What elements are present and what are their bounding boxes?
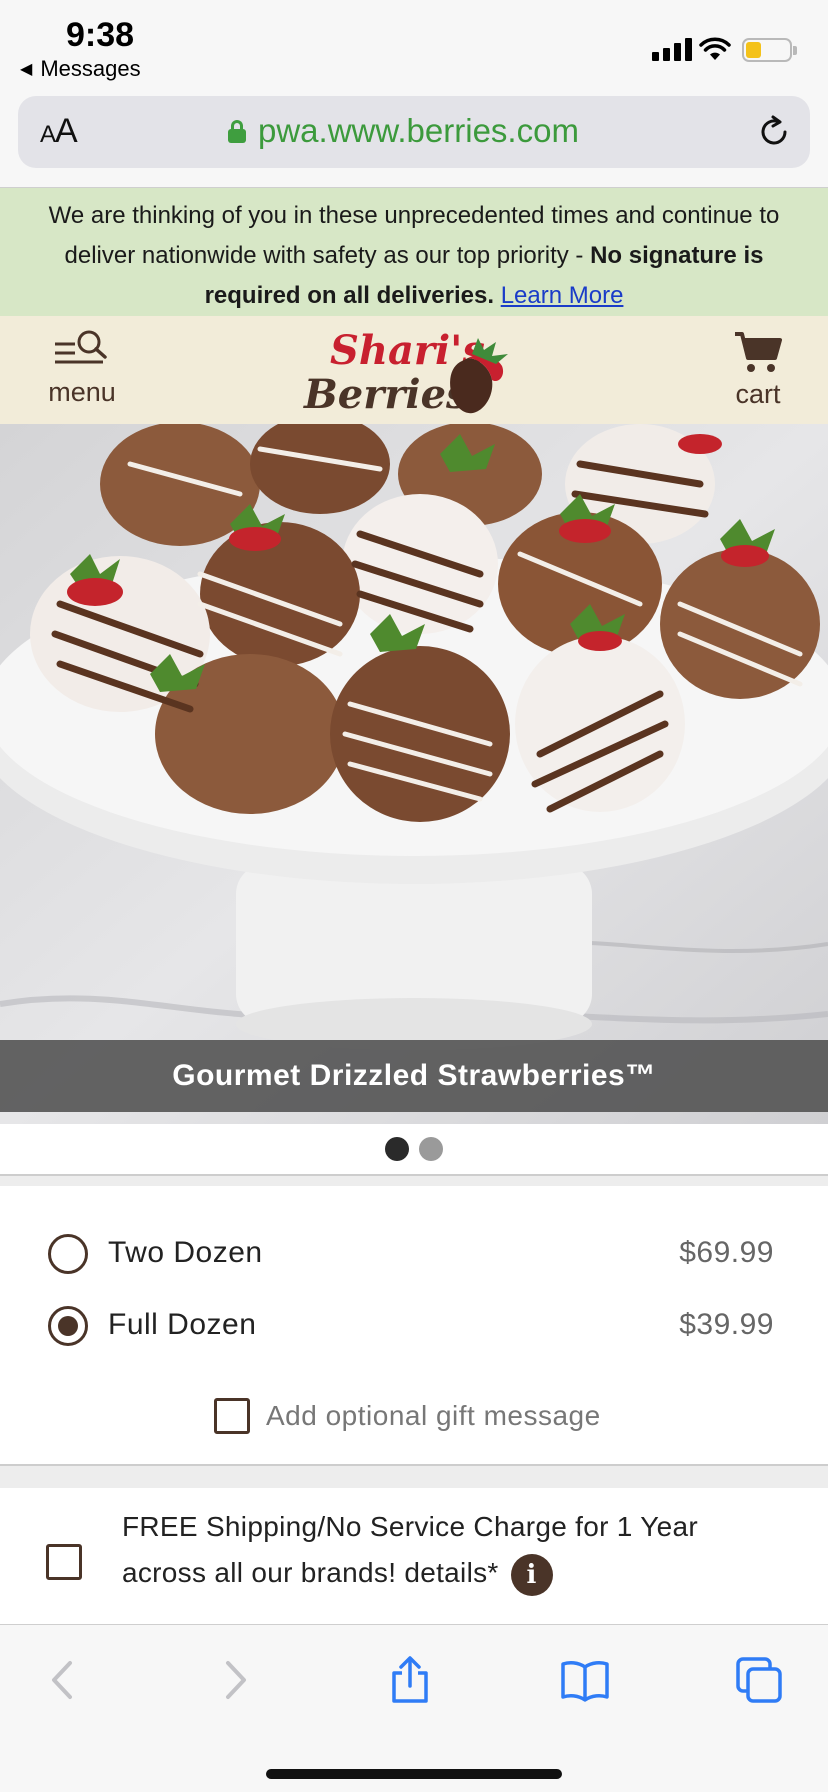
tabs-icon[interactable] xyxy=(734,1655,784,1705)
battery-icon xyxy=(742,38,797,62)
chevron-right-icon[interactable] xyxy=(210,1655,260,1705)
product-photo xyxy=(0,424,828,1124)
menu-search-icon xyxy=(55,330,107,364)
gift-message-label: Add optional gift message xyxy=(266,1400,601,1431)
back-to-messages-link[interactable]: ◀ Messages xyxy=(20,56,141,82)
option-label: Two Dozen xyxy=(108,1236,263,1269)
browser-toolbar xyxy=(0,1624,828,1792)
status-bar: 9:38 ◀ Messages xyxy=(0,0,828,92)
product-image-carousel[interactable]: Gourmet Drizzled Strawberries™ xyxy=(0,424,828,1124)
home-indicator[interactable] xyxy=(266,1769,562,1779)
url-text: pwa.www.berries.com xyxy=(258,112,579,149)
lock-icon xyxy=(228,120,246,143)
option-two-dozen[interactable]: Two Dozen $69.99 xyxy=(0,1224,828,1284)
menu-button[interactable]: menu xyxy=(30,330,134,414)
section-divider xyxy=(0,1464,828,1488)
carousel-dot-2[interactable] xyxy=(419,1137,443,1161)
radio-full-dozen[interactable] xyxy=(48,1306,88,1346)
free-shipping-checkbox[interactable] xyxy=(46,1544,82,1580)
wifi-icon xyxy=(699,37,731,60)
free-shipping-offer: FREE Shipping/No Service Charge for 1 Ye… xyxy=(0,1488,828,1624)
address-bar[interactable]: AA pwa.www.berries.com xyxy=(18,96,810,168)
cart-button[interactable]: cart xyxy=(722,330,794,414)
radio-two-dozen[interactable] xyxy=(48,1234,88,1274)
text-size-button[interactable]: AA xyxy=(40,112,78,151)
cart-icon xyxy=(735,332,782,372)
gift-message-checkbox[interactable] xyxy=(214,1398,250,1434)
sharis-berries-logo[interactable]: Shari's Berries xyxy=(300,320,526,420)
option-price: $69.99 xyxy=(679,1236,774,1269)
covid-notice-banner: We are thinking of you in these unpreced… xyxy=(0,188,828,316)
cellular-signal-icon xyxy=(652,38,692,61)
battery-level xyxy=(746,42,761,58)
option-full-dozen[interactable]: Full Dozen $39.99 xyxy=(0,1296,828,1356)
cart-label: cart xyxy=(735,379,781,409)
learn-more-link[interactable]: Learn More xyxy=(501,282,624,309)
menu-label: menu xyxy=(48,377,116,407)
back-label: Messages xyxy=(40,56,141,81)
site-header: menu Shari's Berries cart xyxy=(0,316,828,424)
book-icon[interactable] xyxy=(560,1655,610,1705)
gift-message-option[interactable]: Add optional gift message xyxy=(214,1396,601,1436)
option-label: Full Dozen xyxy=(108,1308,257,1341)
option-price: $39.99 xyxy=(679,1308,774,1341)
free-shipping-text: FREE Shipping/No Service Charge for 1 Ye… xyxy=(122,1504,762,1596)
carousel-pagination xyxy=(0,1124,828,1174)
browser-address-area: AA pwa.www.berries.com xyxy=(0,92,828,188)
info-icon[interactable]: i xyxy=(510,1553,553,1596)
section-divider xyxy=(0,1174,828,1186)
free-shipping-label: FREE Shipping/No Service Charge for 1 Ye… xyxy=(122,1511,699,1588)
product-title: Gourmet Drizzled Strawberries™ xyxy=(0,1040,828,1112)
url-display[interactable]: pwa.www.berries.com xyxy=(228,112,579,150)
status-time: 9:38 xyxy=(66,16,135,54)
svg-text:Berries: Berries xyxy=(303,371,469,418)
reload-icon[interactable] xyxy=(756,114,792,150)
back-triangle-icon: ◀ xyxy=(20,61,33,78)
carousel-dot-1[interactable] xyxy=(385,1137,409,1161)
chevron-left-icon[interactable] xyxy=(38,1655,88,1705)
share-icon[interactable] xyxy=(385,1655,435,1705)
